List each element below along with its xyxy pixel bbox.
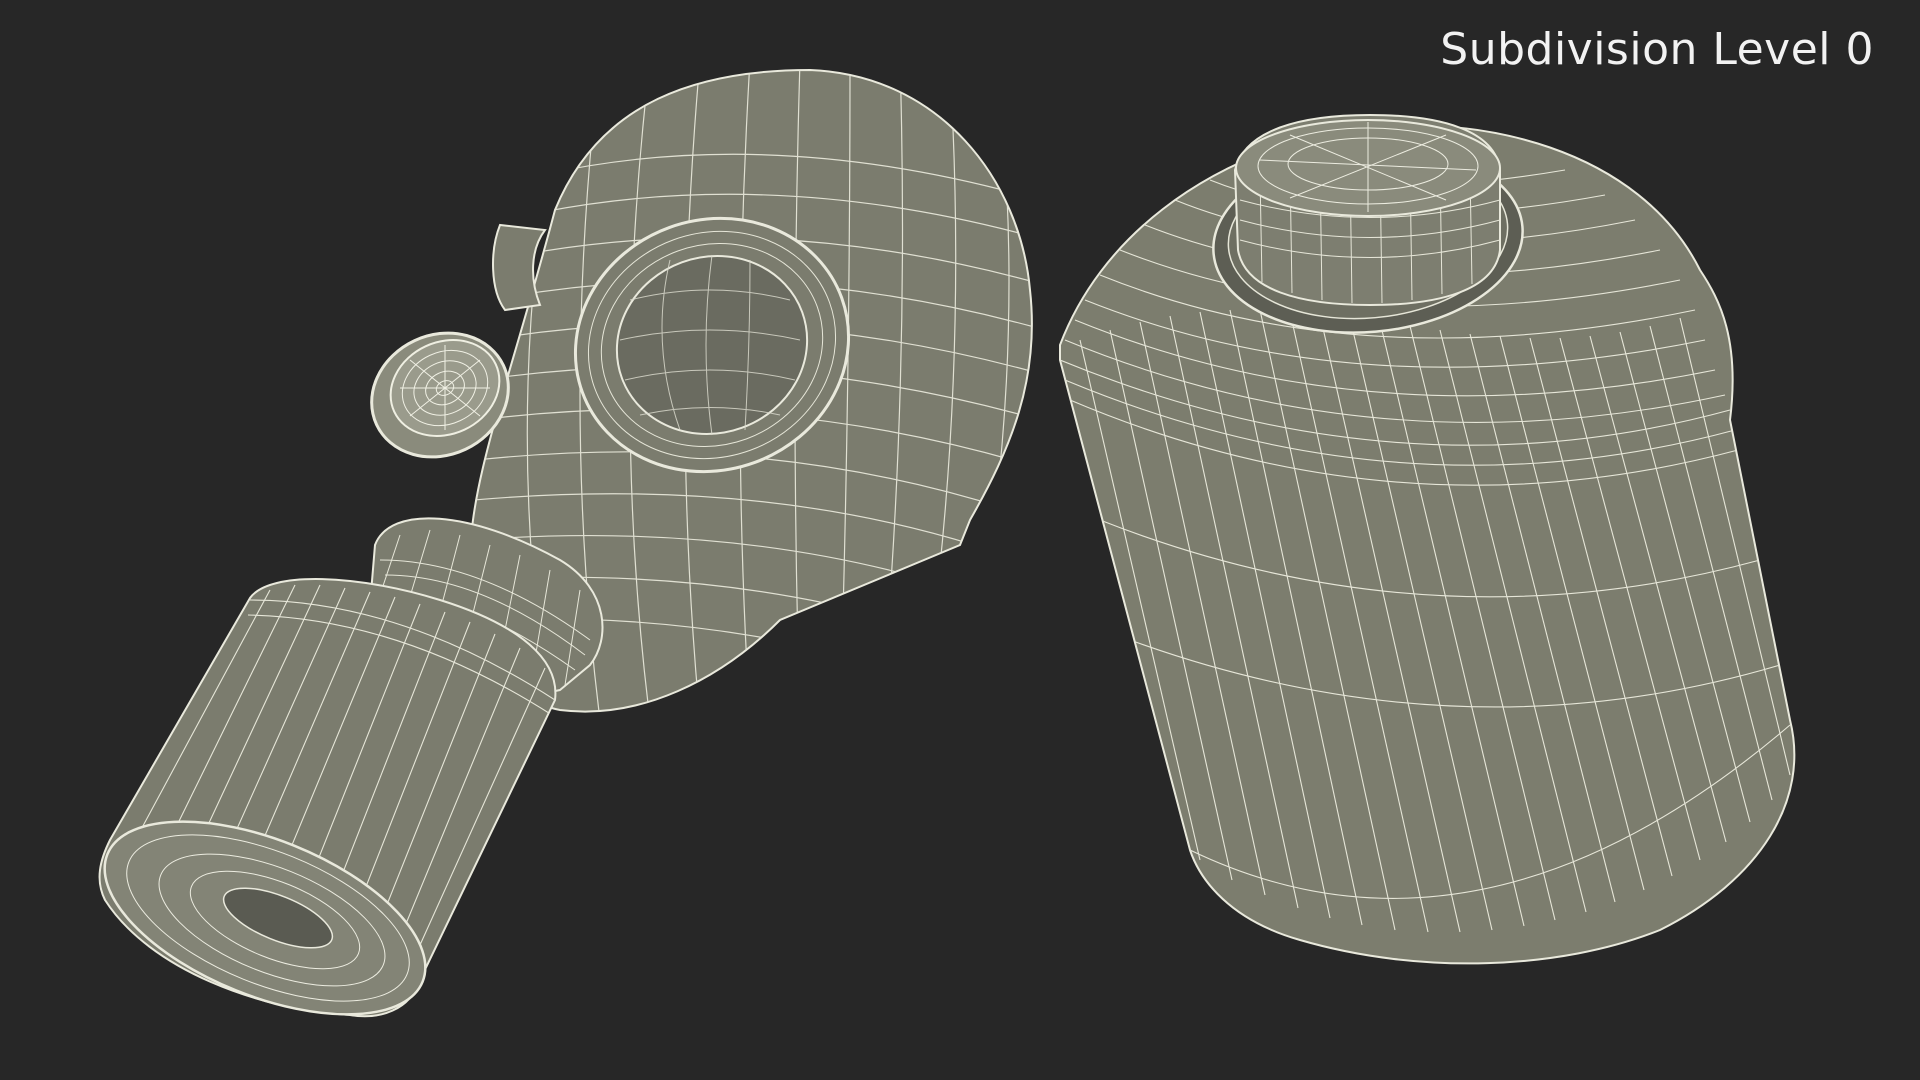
filter-canister	[1059, 113, 1796, 965]
subdivision-level-label: Subdivision Level 0	[1440, 24, 1874, 75]
wireframe-render	[98, 68, 1796, 1018]
gas-mask	[98, 68, 1033, 1018]
render-viewport: Subdivision Level 0	[0, 0, 1920, 1080]
mask-filter-cylinder	[98, 578, 557, 1018]
